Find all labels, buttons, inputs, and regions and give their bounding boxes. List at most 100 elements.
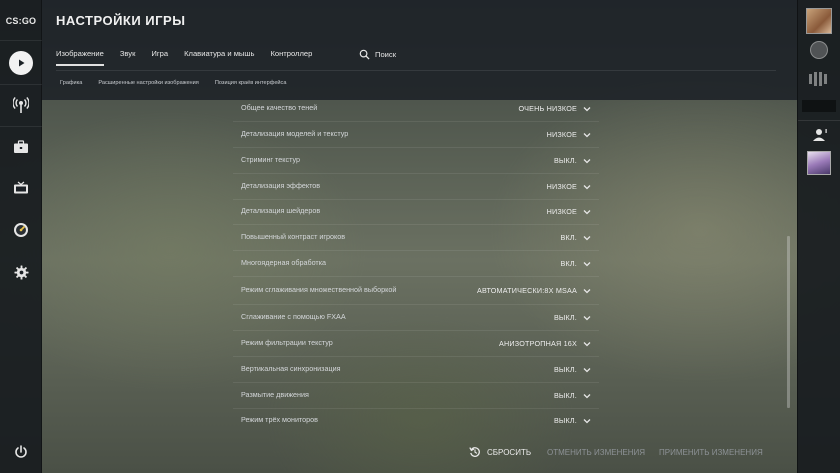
friend-avatar[interactable] (807, 151, 831, 175)
left-sidebar: CS:GO (0, 0, 42, 473)
tv-icon (14, 181, 28, 194)
search-label: Поиск (375, 50, 397, 59)
tab-controller[interactable]: Контроллер (270, 49, 312, 64)
setting-row-fxaa[interactable]: Сглаживание с помощью FXAA ВЫКЛ. (233, 305, 599, 331)
friends-icon (812, 129, 827, 141)
setting-dropdown[interactable]: ВЫКЛ. (554, 156, 591, 165)
setting-dropdown[interactable]: НИЗКОЕ (547, 130, 591, 139)
setting-row-shader-detail[interactable]: Детализация шейдеров НИЗКОЕ (233, 199, 599, 225)
setting-dropdown[interactable]: ВКЛ. (561, 233, 592, 242)
avatar[interactable] (806, 8, 832, 34)
setting-row-vsync[interactable]: Вертикальная синхронизация ВЫКЛ. (233, 357, 599, 383)
settings-subtabs: Графика Расширенные настройки изображени… (60, 80, 302, 86)
settings-footer: СБРОСИТЬ ОТМЕНИТЬ ИЗМЕНЕНИЯ ПРИМЕНИТЬ ИЗ… (42, 430, 797, 473)
tab-video[interactable]: Изображение (56, 49, 104, 66)
tab-audio[interactable]: Звук (120, 49, 136, 64)
chevron-down-icon (583, 341, 591, 346)
setting-value: АНИЗОТРОПНАЯ 16X (499, 339, 577, 348)
play-icon (9, 51, 33, 75)
subtab-graphics[interactable]: Графика (60, 80, 82, 86)
sidebar-item-stats[interactable] (0, 210, 42, 250)
tab-keyboard-mouse[interactable]: Клавиатура и мышь (184, 49, 254, 64)
reset-icon (469, 447, 480, 457)
setting-row-model-texture-detail[interactable]: Детализация моделей и текстур НИЗКОЕ (233, 122, 599, 148)
setting-row-effect-detail[interactable]: Детализация эффектов НИЗКОЕ (233, 174, 599, 200)
setting-dropdown[interactable]: ВКЛ. (561, 259, 592, 268)
setting-value: НИЗКОЕ (546, 130, 577, 139)
setting-row-shadow-quality[interactable]: Общее качество теней ОЧЕНЬ НИЗКОЕ (233, 98, 599, 122)
setting-row-msaa-mode[interactable]: Режим сглаживания множественной выборкой… (233, 277, 599, 305)
chevron-down-icon (583, 261, 591, 266)
search-button[interactable]: Поиск (359, 49, 396, 60)
setting-label: Сглаживание с помощью FXAA (241, 312, 346, 322)
setting-dropdown[interactable]: ВЫКЛ. (554, 391, 591, 400)
chevron-down-icon (583, 235, 591, 240)
discard-changes-button[interactable]: ОТМЕНИТЬ ИЗМЕНЕНИЯ (547, 448, 645, 457)
skill-group-icon[interactable] (808, 72, 830, 86)
setting-label: Режим фильтрации текстур (241, 338, 333, 348)
setting-row-player-contrast[interactable]: Повышенный контраст игроков ВКЛ. (233, 225, 599, 251)
subtab-advanced-video[interactable]: Расширенные настройки изображения (98, 80, 198, 86)
chevron-down-icon (583, 184, 591, 189)
setting-label: Многоядерная обработка (241, 258, 327, 268)
dial-icon (14, 223, 28, 237)
setting-row-texture-filtering[interactable]: Режим фильтрации текстур АНИЗОТРОПНАЯ 16… (233, 331, 599, 357)
setting-dropdown[interactable]: ВЫКЛ. (554, 365, 591, 374)
gear-icon (13, 264, 29, 280)
setting-value: НИЗКОЕ (546, 207, 577, 216)
tab-game[interactable]: Игра (151, 49, 168, 64)
setting-dropdown[interactable]: АВТОМАТИЧЕСКИ:8X MSAA (477, 286, 591, 295)
rank-slot (802, 100, 836, 112)
subtab-hud-edge-position[interactable]: Позиция краёв интерфейса (215, 80, 287, 86)
setting-value: ВЫКЛ. (553, 365, 577, 374)
chevron-down-icon (583, 315, 591, 320)
setting-value: НИЗКОЕ (546, 182, 577, 191)
setting-dropdown[interactable]: ВЫКЛ. (554, 416, 591, 425)
right-sidebar (797, 0, 840, 473)
chevron-down-icon (583, 132, 591, 137)
friends-button[interactable] (798, 124, 840, 146)
settings-tabs: Изображение Звук Игра Клавиатура и мышь … (56, 49, 328, 69)
setting-dropdown[interactable]: ВЫКЛ. (554, 313, 591, 322)
page-title: НАСТРОЙКИ ИГРЫ (56, 13, 186, 28)
setting-label: Режим сглаживания множественной выборкой (241, 285, 397, 295)
setting-label: Детализация эффектов (241, 181, 321, 191)
apply-changes-button[interactable]: ПРИМЕНИТЬ ИЗМЕНЕНИЯ (659, 448, 763, 457)
antenna-icon (13, 97, 29, 113)
settings-scrollbar[interactable] (787, 236, 790, 408)
setting-row-motion-blur[interactable]: Размытие движения ВЫКЛ. (233, 383, 599, 409)
header-divider (56, 70, 776, 71)
chevron-down-icon (583, 418, 591, 423)
setting-value: ВКЛ. (560, 259, 577, 268)
sidebar-divider (0, 40, 42, 41)
reset-label: СБРОСИТЬ (487, 447, 532, 457)
sidebar-item-play[interactable] (0, 43, 42, 83)
setting-value: ОЧЕНЬ НИЗКОЕ (518, 104, 577, 113)
settings-list: Общее качество теней ОЧЕНЬ НИЗКОЕ Детали… (233, 98, 599, 430)
setting-value: ВЫКЛ. (553, 391, 577, 400)
sidebar-item-settings[interactable] (0, 252, 42, 292)
setting-dropdown[interactable]: АНИЗОТРОПНАЯ 16X (499, 339, 591, 348)
setting-label: Размытие движения (241, 390, 309, 400)
chevron-down-icon (583, 288, 591, 293)
power-button[interactable] (0, 432, 42, 472)
setting-dropdown[interactable]: НИЗКОЕ (547, 182, 591, 191)
setting-row-multicore-rendering[interactable]: Многоядерная обработка ВКЛ. (233, 251, 599, 277)
setting-dropdown[interactable]: ОЧЕНЬ НИЗКОЕ (518, 104, 591, 113)
setting-label: Режим трёх мониторов (241, 415, 318, 425)
setting-dropdown[interactable]: НИЗКОЕ (547, 207, 591, 216)
setting-label: Вертикальная синхронизация (241, 364, 341, 374)
setting-value: ВЫКЛ. (553, 156, 577, 165)
csgo-logo[interactable]: CS:GO (3, 12, 39, 30)
sidebar-item-tv[interactable] (0, 168, 42, 208)
search-icon (359, 49, 370, 60)
reset-button[interactable]: СБРОСИТЬ (469, 446, 531, 458)
setting-label: Детализация моделей и текстур (241, 129, 349, 139)
setting-row-texture-streaming[interactable]: Стриминг текстур ВЫКЛ. (233, 148, 599, 174)
setting-row-triple-monitor[interactable]: Режим трёх мониторов ВЫКЛ. (233, 408, 599, 430)
rank-badge-icon[interactable] (810, 41, 828, 59)
setting-label: Общее качество теней (241, 103, 318, 113)
setting-label: Детализация шейдеров (241, 206, 321, 216)
sidebar-item-inventory[interactable] (0, 127, 42, 167)
sidebar-item-watch[interactable] (0, 85, 42, 125)
